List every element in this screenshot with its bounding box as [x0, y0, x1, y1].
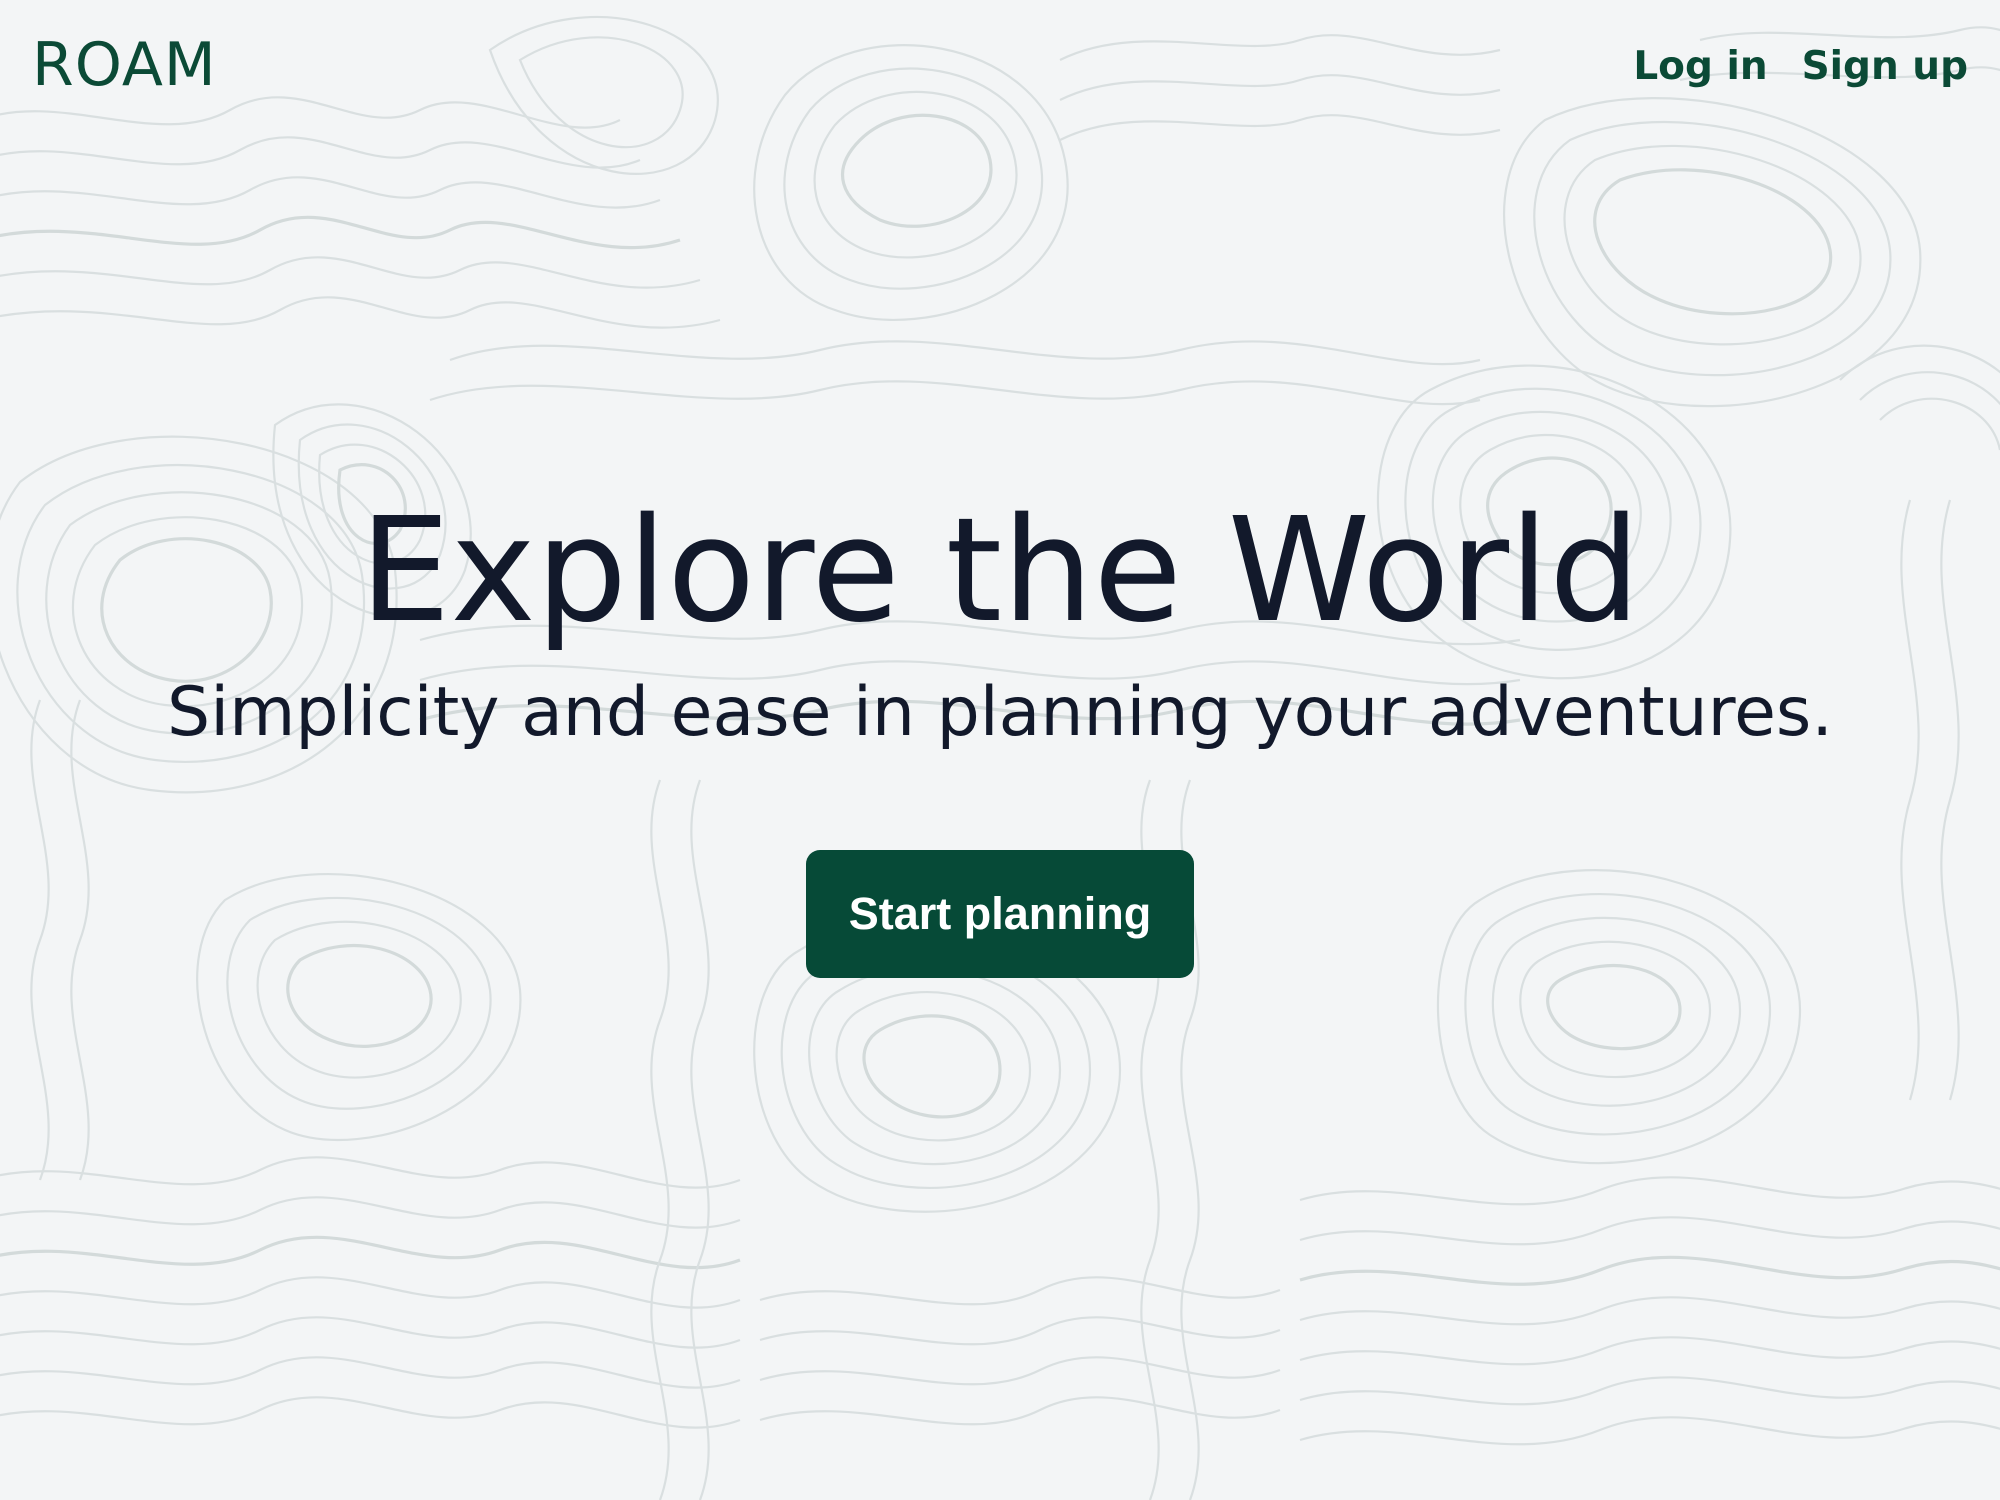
signup-link[interactable]: Sign up: [1802, 40, 1968, 94]
auth-links: Log in Sign up: [1633, 40, 1968, 94]
contour-lines: [0, 16, 2000, 1500]
hero-title: Explore the World: [359, 486, 1641, 654]
start-planning-button[interactable]: Start planning: [806, 850, 1194, 978]
hero-subtitle: Simplicity and ease in planning your adv…: [167, 673, 1833, 752]
top-navigation-bar: ROAM Log in Sign up: [0, 0, 2000, 130]
login-link[interactable]: Log in: [1633, 40, 1767, 94]
hero-section: Explore the World Simplicity and ease in…: [0, 480, 2000, 758]
brand-logo[interactable]: ROAM: [32, 30, 217, 100]
landing-page: ROAM Log in Sign up Explore the World Si…: [0, 0, 2000, 1500]
